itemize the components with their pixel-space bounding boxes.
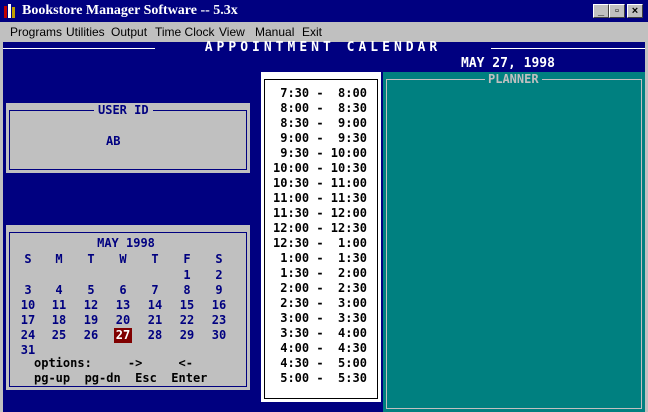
calendar-day[interactable]: 17 [13, 313, 43, 328]
time-slot[interactable]: 1:00 - 1:30 [273, 251, 367, 266]
calendar-day[interactable]: 7 [140, 283, 170, 298]
calendar-day[interactable]: 21 [140, 313, 170, 328]
time-slot[interactable]: 5:00 - 5:30 [273, 371, 367, 386]
time-slot[interactable]: 2:00 - 2:30 [273, 281, 367, 296]
calendar-day[interactable]: 12 [76, 298, 106, 313]
calendar-day[interactable]: 24 [13, 328, 43, 343]
time-slot[interactable]: 2:30 - 3:00 [273, 296, 367, 311]
calendar-day[interactable]: 26 [76, 328, 106, 343]
minimize-button[interactable]: _ [593, 4, 609, 18]
time-slot[interactable]: 3:30 - 4:00 [273, 326, 367, 341]
planner-title: PLANNER [485, 72, 542, 86]
time-slot[interactable]: 3:00 - 3:30 [273, 311, 367, 326]
time-slot[interactable]: 9:00 - 9:30 [273, 131, 367, 146]
calendar-day[interactable]: 16 [204, 298, 234, 313]
calendar-weekday: T [87, 252, 95, 266]
calendar-day[interactable]: 20 [108, 313, 138, 328]
calendar-day[interactable]: 3 [13, 283, 43, 298]
calendar-day[interactable]: 22 [172, 313, 202, 328]
user-id-value: AB [106, 134, 121, 148]
time-slot[interactable]: 8:00 - 8:30 [273, 101, 367, 116]
calendar-weekday: S [24, 252, 32, 266]
month-calendar: MAY 1998 options: -> <- pg-up pg-dn Esc … [6, 225, 250, 390]
books-icon [4, 4, 15, 18]
calendar-weekday: W [119, 252, 127, 266]
menu-view[interactable]: View [219, 25, 245, 39]
calendar-day[interactable]: 31 [13, 343, 43, 358]
calendar-options: options: -> <- [34, 356, 193, 370]
close-button[interactable]: × [627, 4, 643, 18]
time-slot[interactable]: 8:30 - 9:00 [273, 116, 367, 131]
time-slot[interactable]: 4:30 - 5:00 [273, 356, 367, 371]
maximize-button[interactable]: ▫ [609, 4, 625, 18]
calendar-day[interactable]: 18 [44, 313, 74, 328]
calendar-day-selected[interactable]: 27 [114, 328, 132, 343]
time-slot[interactable]: 7:30 - 8:00 [273, 86, 367, 101]
calendar-day[interactable]: 25 [44, 328, 74, 343]
menu-manual[interactable]: Manual [255, 25, 294, 39]
time-slot[interactable]: 11:30 - 12:00 [273, 206, 367, 221]
time-slot[interactable]: 12:00 - 12:30 [273, 221, 367, 236]
calendar-keys: pg-up pg-dn Esc Enter [34, 371, 208, 385]
menu-exit[interactable]: Exit [302, 25, 322, 39]
calendar-day[interactable]: 28 [140, 328, 170, 343]
current-date: MAY 27, 1998 [461, 56, 555, 71]
header-rule-left [3, 48, 155, 49]
menu-programs[interactable]: Programs [10, 25, 62, 39]
time-slot[interactable]: 9:30 - 10:00 [273, 146, 367, 161]
user-id-panel: USER ID AB [6, 103, 250, 173]
calendar-day[interactable]: 1 [172, 268, 202, 283]
time-slot[interactable]: 12:30 - 1:00 [273, 236, 367, 251]
planner-panel[interactable]: PLANNER [383, 72, 645, 412]
page-title: APPOINTMENT CALENDAR [204, 40, 442, 55]
calendar-day[interactable]: 9 [204, 283, 234, 298]
app-screen: APPOINTMENT CALENDAR MAY 27, 1998 USER I… [3, 40, 645, 412]
calendar-day[interactable]: 4 [44, 283, 74, 298]
calendar-weekday: T [151, 252, 159, 266]
calendar-day[interactable]: 19 [76, 313, 106, 328]
calendar-day[interactable]: 30 [204, 328, 234, 343]
user-id-title: USER ID [94, 103, 153, 117]
calendar-day[interactable]: 14 [140, 298, 170, 313]
calendar-weekday: F [183, 252, 191, 266]
calendar-day[interactable]: 6 [108, 283, 138, 298]
calendar-month-title: MAY 1998 [97, 236, 155, 250]
time-slot[interactable]: 11:00 - 11:30 [273, 191, 367, 206]
menu-time-clock[interactable]: Time Clock [155, 25, 215, 39]
calendar-day[interactable]: 11 [44, 298, 74, 313]
time-slot[interactable]: 10:00 - 10:30 [273, 161, 367, 176]
calendar-weekday: M [55, 252, 63, 266]
window-title: Bookstore Manager Software -- 5.3x [22, 3, 238, 18]
menu-bar: Programs Utilities Output Time Clock Vie… [0, 22, 648, 42]
calendar-day[interactable]: 29 [172, 328, 202, 343]
calendar-day[interactable]: 8 [172, 283, 202, 298]
calendar-day[interactable]: 23 [204, 313, 234, 328]
time-slot[interactable]: 1:30 - 2:00 [273, 266, 367, 281]
calendar-day[interactable]: 2 [204, 268, 234, 283]
menu-utilities[interactable]: Utilities [66, 25, 105, 39]
calendar-day[interactable]: 5 [76, 283, 106, 298]
calendar-weekday: S [215, 252, 223, 266]
header-rule-right [491, 48, 645, 49]
time-slot-list: 7:30 - 8:00 8:00 - 8:30 8:30 - 9:00 9:00… [261, 72, 381, 402]
menu-output[interactable]: Output [111, 25, 147, 39]
time-slot[interactable]: 4:00 - 4:30 [273, 341, 367, 356]
time-slot[interactable]: 10:30 - 11:00 [273, 176, 367, 191]
calendar-day[interactable]: 15 [172, 298, 202, 313]
calendar-day[interactable]: 10 [13, 298, 43, 313]
calendar-day[interactable]: 13 [108, 298, 138, 313]
title-bar[interactable]: Bookstore Manager Software -- 5.3x _ ▫ × [0, 0, 648, 22]
